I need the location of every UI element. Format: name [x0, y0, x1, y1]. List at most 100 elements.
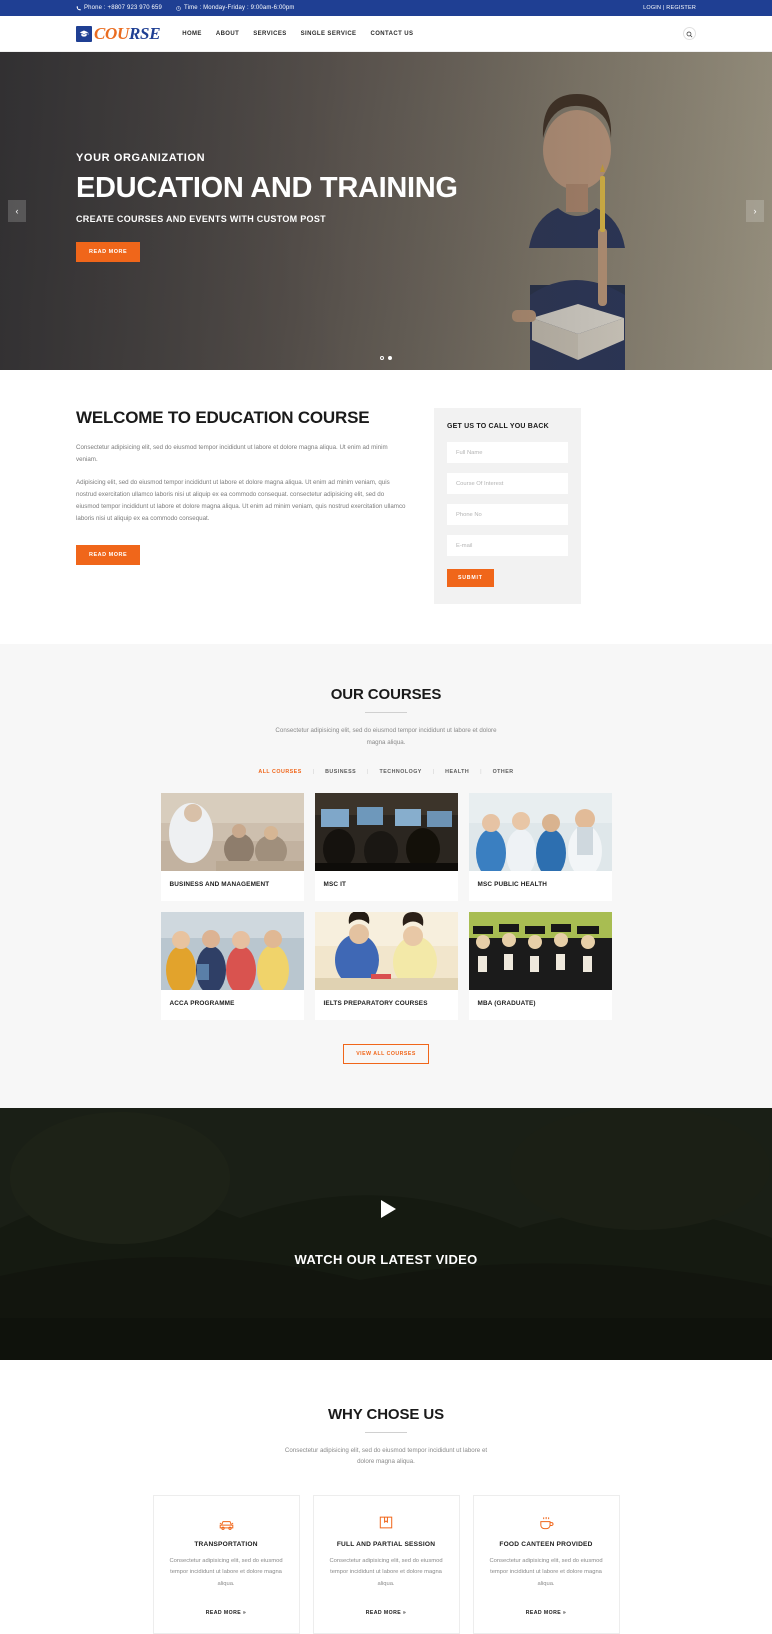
clock-icon [176, 5, 181, 11]
hero-kicker: YOUR ORGANIZATION [76, 152, 206, 164]
courses-description: Consectetur adipisicing elit, sed do eiu… [275, 727, 497, 746]
submit-button[interactable]: SUBMIT [447, 569, 494, 587]
topbar-phone: Phone : +8807 923 970 659 [76, 5, 162, 11]
why-description: Consectetur adipisicing elit, sed do eiu… [284, 1446, 488, 1466]
filter-all-courses[interactable]: ALL COURSES [247, 769, 312, 775]
nav-item-contact-us[interactable]: CONTACT US [370, 31, 413, 37]
course-card[interactable]: MBA (GRADUATE) [468, 911, 612, 1020]
coffee-cup-icon [487, 1513, 606, 1532]
welcome-read-more-button[interactable]: READ MORE [76, 544, 141, 565]
nav-item-single-service[interactable]: SINGLE SERVICE [301, 31, 357, 37]
graduation-cap-icon [76, 25, 92, 42]
why-title-rule [365, 1431, 407, 1433]
play-icon[interactable] [381, 1200, 396, 1219]
view-all-courses-wrapper: VIEW ALL COURSES [76, 1042, 696, 1064]
hero-prev-button[interactable]: ‹ [8, 200, 26, 222]
computer-lab-photo [314, 792, 458, 871]
hero-subtitle: CREATE COURSES AND EVENTS WITH CUSTOM PO… [76, 214, 326, 225]
top-bar: Phone : +8807 923 970 659 Time : Monday-… [0, 0, 772, 16]
feature-card: TRANSPORTATION Consectetur adipisicing e… [152, 1495, 300, 1634]
hero-slider: ‹ › YOUR ORGANIZATION EDUCATION AND TRAI… [0, 52, 772, 370]
nav-item-home[interactable]: HOME [182, 31, 202, 37]
topbar-time-text: Time : Monday-Friday : 9:00am-6:00pm [184, 5, 295, 11]
filter-business[interactable]: BUSINESS [314, 769, 367, 775]
feature-read-more-link[interactable]: READ MORE » [206, 1610, 246, 1616]
why-chose-us-section: WHY CHOSE US Consectetur adipisicing eli… [0, 1359, 772, 1634]
nav-item-services[interactable]: SERVICES [253, 31, 286, 37]
logo-text-secondary: RSE [129, 24, 161, 43]
students-group-photo [160, 911, 304, 990]
car-icon [167, 1513, 286, 1532]
feature-title: FOOD CANTEEN PROVIDED [499, 1541, 593, 1549]
feature-card: FULL AND PARTIAL SESSION Consectetur adi… [312, 1495, 460, 1634]
course-card-title: MSC PUBLIC HEALTH [477, 880, 548, 888]
feature-description: Consectetur adipisicing elit, sed do eiu… [489, 1558, 603, 1587]
site-logo[interactable]: COURSE [76, 24, 161, 43]
graduates-photo [468, 911, 612, 990]
site-header: COURSE HOME ABOUT SERVICES SINGLE SERVIC… [0, 16, 772, 52]
courses-grid: BUSINESS AND MANAGEMENT MSC IT MSC PUBLI… [76, 792, 696, 1020]
feature-title: FULL AND PARTIAL SESSION [336, 1541, 436, 1549]
phone-icon [76, 5, 81, 11]
welcome-paragraph-1: Consectetur adipisicing elit, sed do eiu… [76, 444, 388, 464]
phone-no-input[interactable] [447, 504, 568, 525]
feature-read-more-link[interactable]: READ MORE » [526, 1610, 566, 1616]
hero-dot-2[interactable] [388, 356, 392, 360]
page-root: Phone : +8807 923 970 659 Time : Monday-… [0, 0, 772, 1634]
welcome-section: WELCOME TO EDUCATION COURSE Consectetur … [76, 370, 696, 644]
view-all-courses-button[interactable]: VIEW ALL COURSES [343, 1043, 429, 1064]
login-register-text[interactable]: LOGIN | REGISTER [643, 5, 696, 11]
course-card-title: MSC IT [323, 880, 347, 888]
course-card[interactable]: IELTS PREPARATORY COURSES [314, 911, 458, 1020]
main-nav: HOME ABOUT SERVICES SINGLE SERVICE CONTA… [182, 31, 413, 37]
filter-other[interactable]: OTHER [482, 769, 525, 775]
course-card-title: ACCA PROGRAMME [169, 999, 235, 1007]
search-button[interactable] [683, 27, 696, 40]
callback-form-title: GET US TO CALL YOU BACK [447, 423, 549, 430]
login-register-link[interactable]: LOGIN | REGISTER [643, 5, 696, 11]
filter-technology[interactable]: TECHNOLOGY [368, 769, 432, 775]
filter-health[interactable]: HEALTH [434, 769, 480, 775]
courses-filter-bar: ALL COURSES | BUSINESS | TECHNOLOGY | HE… [76, 769, 696, 775]
students-studying-photo [314, 911, 458, 990]
callback-form: GET US TO CALL YOU BACK SUBMIT [434, 408, 581, 604]
logo-text-primary: COU [94, 24, 129, 43]
hero-next-button[interactable]: › [746, 200, 764, 222]
welcome-paragraph-2: Adipisicing elit, sed do eiusmod tempor … [76, 479, 406, 523]
chevron-right-icon: › [753, 206, 757, 216]
video-title: WATCH OUR LATEST VIDEO [294, 1252, 478, 1268]
email-input[interactable] [447, 535, 568, 556]
feature-read-more-link[interactable]: READ MORE » [366, 1610, 406, 1616]
full-name-input[interactable] [447, 442, 568, 463]
courses-title-rule [365, 712, 407, 713]
topbar-time: Time : Monday-Friday : 9:00am-6:00pm [176, 5, 295, 11]
classroom-discussion-photo [160, 792, 304, 871]
welcome-text-block: WELCOME TO EDUCATION COURSE Consectetur … [76, 408, 406, 565]
chevron-left-icon: ‹ [15, 206, 19, 216]
medical-team-photo [468, 792, 612, 871]
video-section: WATCH OUR LATEST VIDEO [0, 1107, 772, 1360]
course-card[interactable]: BUSINESS AND MANAGEMENT [160, 792, 304, 901]
course-of-interest-input[interactable] [447, 473, 568, 494]
welcome-title: WELCOME TO EDUCATION COURSE [76, 408, 370, 427]
hero-pagination [0, 356, 772, 360]
course-card[interactable]: MSC IT [314, 792, 458, 901]
course-card-title: IELTS PREPARATORY COURSES [323, 999, 428, 1007]
course-card-title: MBA (GRADUATE) [477, 999, 536, 1007]
courses-title: OUR COURSES [330, 686, 442, 703]
search-icon [686, 25, 693, 43]
course-card[interactable]: MSC PUBLIC HEALTH [468, 792, 612, 901]
feature-title: TRANSPORTATION [194, 1541, 258, 1549]
nav-item-about[interactable]: ABOUT [216, 31, 239, 37]
feature-description: Consectetur adipisicing elit, sed do eiu… [169, 1558, 283, 1587]
why-title: WHY CHOSE US [327, 1405, 445, 1423]
feature-card: FOOD CANTEEN PROVIDED Consectetur adipis… [472, 1495, 620, 1634]
course-card[interactable]: ACCA PROGRAMME [160, 911, 304, 1020]
book-icon [327, 1513, 446, 1532]
hero-title: EDUCATION AND TRAINING [76, 172, 458, 204]
feature-description: Consectetur adipisicing elit, sed do eiu… [329, 1558, 443, 1587]
features-grid: TRANSPORTATION Consectetur adipisicing e… [76, 1495, 696, 1634]
courses-section: OUR COURSES Consectetur adipisicing elit… [0, 644, 772, 1108]
hero-read-more-button[interactable]: READ MORE [76, 242, 141, 263]
hero-dot-1[interactable] [380, 356, 384, 360]
